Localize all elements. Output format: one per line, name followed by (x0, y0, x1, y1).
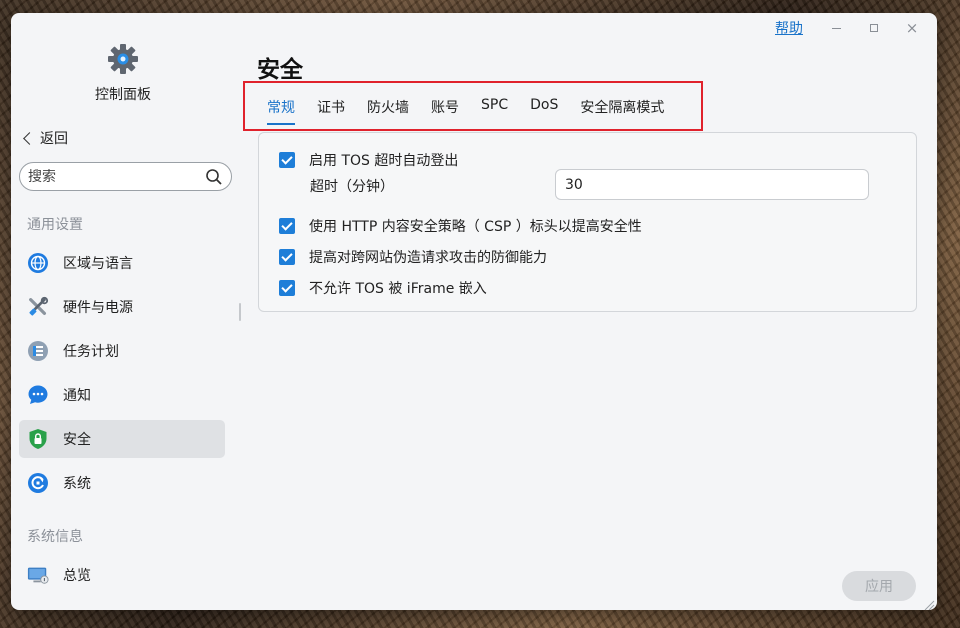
tools-icon (27, 296, 49, 318)
timeout-label: 超时（分钟） (310, 179, 394, 195)
auto-logout-checkbox[interactable] (279, 152, 295, 168)
section-general-label: 通用设置 (27, 217, 83, 233)
sidebar: 控制面板 返回 通用设置 区域与语言 硬件与电源 (11, 13, 241, 610)
sidebar-scrollbar[interactable] (239, 303, 241, 321)
search-icon[interactable] (205, 168, 223, 186)
sidebar-item-label: 区域与语言 (63, 256, 133, 272)
app-title: 控制面板 (95, 87, 151, 103)
sidebar-item-task-schedule[interactable]: 任务计划 (19, 332, 225, 370)
shield-lock-icon (27, 428, 49, 450)
sidebar-item-hardware-power[interactable]: 硬件与电源 (19, 288, 225, 326)
control-panel-window: 帮助 × 控制面板 返回 搜索 通用设置 区域与语言 硬件与电源 任务计划 通知… (11, 13, 937, 610)
option-csp: 使用 HTTP 内容安全策略（ CSP ）标头以提高安全性 (279, 216, 642, 236)
sidebar-item-label: 总览 (63, 568, 91, 584)
section-sysinfo-label: 系统信息 (27, 529, 83, 545)
resize-grip-icon[interactable] (923, 596, 935, 610)
page-title: 安全 (257, 57, 303, 83)
task-list-icon (27, 340, 49, 362)
iframe-checkbox[interactable] (279, 280, 295, 296)
apply-button[interactable]: 应用 (842, 571, 916, 601)
sidebar-item-security[interactable]: 安全 (19, 420, 225, 458)
csp-checkbox[interactable] (279, 218, 295, 234)
tab-isolation-mode[interactable]: 安全隔离模式 (580, 97, 664, 125)
tab-firewall[interactable]: 防火墙 (367, 97, 409, 125)
window-controls: 帮助 × (775, 17, 931, 39)
chat-bubble-icon (27, 384, 49, 406)
csp-label: 使用 HTTP 内容安全策略（ CSP ）标头以提高安全性 (309, 219, 642, 235)
sidebar-item-label: 系统 (63, 476, 91, 492)
csrf-label: 提高对跨网站伪造请求攻击的防御能力 (309, 250, 547, 266)
help-link[interactable]: 帮助 (775, 18, 803, 38)
csrf-checkbox[interactable] (279, 249, 295, 265)
globe-icon (27, 252, 49, 274)
chevron-left-icon (23, 131, 36, 145)
settings-card: 启用 TOS 超时自动登出 超时（分钟） 使用 HTTP 内容安全策略（ CSP… (258, 132, 917, 312)
monitor-icon (27, 564, 49, 586)
minimize-button[interactable] (817, 17, 855, 39)
gear-icon (107, 43, 139, 75)
tab-spc[interactable]: SPC (481, 97, 508, 125)
sidebar-item-label: 通知 (63, 388, 91, 404)
back-button[interactable]: 返回 (23, 128, 68, 148)
option-auto-logout: 启用 TOS 超时自动登出 (279, 150, 458, 170)
sidebar-item-notification[interactable]: 通知 (19, 376, 225, 414)
sidebar-item-region-language[interactable]: 区域与语言 (19, 244, 225, 282)
tab-account[interactable]: 账号 (431, 97, 459, 125)
search-input[interactable] (28, 168, 205, 185)
sidebar-item-overview[interactable]: 总览 (19, 556, 225, 594)
tab-bar: 常规 证书 防火墙 账号 SPC DoS 安全隔离模式 (267, 97, 686, 125)
tab-certificate[interactable]: 证书 (317, 97, 345, 125)
search-box (19, 162, 232, 191)
option-iframe: 不允许 TOS 被 iFrame 嵌入 (279, 278, 487, 298)
timeout-minutes-input[interactable] (555, 169, 869, 200)
minimize-icon (831, 27, 841, 29)
back-label: 返回 (40, 131, 68, 147)
close-icon: × (905, 19, 919, 37)
maximize-button[interactable] (855, 17, 893, 39)
sidebar-item-label: 安全 (63, 432, 91, 448)
system-refresh-icon (27, 472, 49, 494)
tab-general[interactable]: 常规 (267, 97, 295, 125)
sidebar-item-system[interactable]: 系统 (19, 464, 225, 502)
tab-dos[interactable]: DoS (530, 97, 558, 125)
app-header: 控制面板 (11, 43, 235, 104)
iframe-label: 不允许 TOS 被 iFrame 嵌入 (309, 281, 487, 297)
auto-logout-label: 启用 TOS 超时自动登出 (309, 153, 459, 169)
sidebar-item-label: 硬件与电源 (63, 300, 133, 316)
sidebar-item-label: 任务计划 (63, 344, 119, 360)
close-button[interactable]: × (893, 17, 931, 39)
option-csrf: 提高对跨网站伪造请求攻击的防御能力 (279, 247, 547, 267)
maximize-icon (870, 24, 878, 32)
